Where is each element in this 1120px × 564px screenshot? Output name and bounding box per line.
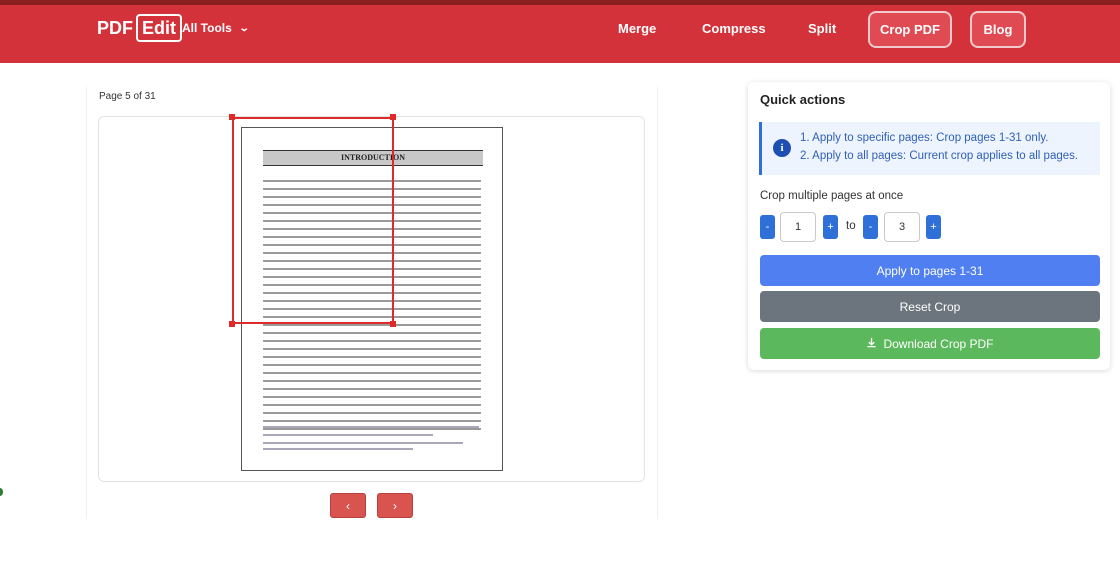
info-line-1: 1. Apply to specific pages: Crop pages 1… xyxy=(800,132,1049,144)
crop-selection-box[interactable] xyxy=(232,117,394,324)
download-crop-button[interactable]: Download Crop PDF xyxy=(760,328,1100,359)
apply-pages-button[interactable]: Apply to pages 1-31 xyxy=(760,255,1100,286)
crop-handle-top-left[interactable] xyxy=(229,114,235,120)
to-label: to xyxy=(846,220,856,232)
logo[interactable]: PDF Edit xyxy=(97,13,182,43)
all-tools-menu[interactable]: All Tools ⌄ xyxy=(182,21,250,35)
quick-actions-title: Quick actions xyxy=(760,92,846,107)
to-page-input[interactable]: 3 xyxy=(884,212,920,242)
doc-text-line xyxy=(263,380,481,382)
blog-label: Blog xyxy=(983,22,1013,37)
doc-text-line xyxy=(263,404,481,406)
info-line-2: 2. Apply to all pages: Current crop appl… xyxy=(800,150,1079,162)
info-box: i 1. Apply to specific pages: Crop pages… xyxy=(759,122,1100,175)
crop-pdf-label: Crop PDF xyxy=(880,22,940,37)
nav-compress-link[interactable]: Compress xyxy=(702,21,766,36)
download-crop-label: Download Crop PDF xyxy=(883,336,994,351)
download-icon xyxy=(866,337,877,351)
to-decrement-button[interactable]: - xyxy=(863,215,878,239)
doc-footnote-line xyxy=(263,434,433,436)
nav-split-link[interactable]: Split xyxy=(808,21,836,36)
crop-handle-top-right[interactable] xyxy=(390,114,396,120)
to-increment-button[interactable]: + xyxy=(926,215,941,239)
crop-handle-bottom-right[interactable] xyxy=(390,321,396,327)
reset-crop-button[interactable]: Reset Crop xyxy=(760,291,1100,322)
doc-footnote-line xyxy=(263,426,479,428)
prev-page-button[interactable]: ‹ xyxy=(330,493,366,518)
chevron-right-icon: › xyxy=(393,498,397,513)
doc-text-line xyxy=(263,388,481,390)
doc-text-line xyxy=(263,372,481,374)
nav-blog-button[interactable]: Blog xyxy=(970,11,1026,48)
doc-text-line xyxy=(263,332,481,334)
reset-crop-label: Reset Crop xyxy=(899,299,961,314)
doc-text-line xyxy=(263,340,481,342)
nav-crop-pdf-button[interactable]: Crop PDF xyxy=(868,11,952,48)
apply-pages-label: Apply to pages 1-31 xyxy=(876,263,984,278)
info-icon: i xyxy=(773,139,791,157)
crop-multiple-label: Crop multiple pages at once xyxy=(760,190,904,202)
doc-text-line xyxy=(263,324,481,326)
doc-footnote-line xyxy=(263,442,463,444)
doc-footnote-line xyxy=(263,448,413,450)
chevron-left-icon: ‹ xyxy=(346,498,350,513)
logo-text: PDF xyxy=(97,17,133,38)
doc-text-line xyxy=(263,396,481,398)
nav-merge-link[interactable]: Merge xyxy=(618,21,656,36)
page-indicator: Page 5 of 31 xyxy=(99,91,156,102)
doc-text-line xyxy=(263,356,481,358)
doc-text-line xyxy=(263,364,481,366)
doc-text-line xyxy=(263,412,481,414)
doc-text-line xyxy=(263,348,481,350)
all-tools-label: All Tools xyxy=(182,21,232,35)
logo-boxed-text: Edit xyxy=(136,14,182,42)
status-dot xyxy=(0,488,3,496)
next-page-button[interactable]: › xyxy=(377,493,413,518)
from-decrement-button[interactable]: - xyxy=(760,215,775,239)
doc-text-line xyxy=(263,428,481,430)
crop-handle-bottom-left[interactable] xyxy=(229,321,235,327)
from-page-input[interactable]: 1 xyxy=(780,212,816,242)
doc-text-line xyxy=(263,420,481,422)
from-increment-button[interactable]: + xyxy=(823,215,838,239)
chevron-down-icon: ⌄ xyxy=(238,22,250,34)
